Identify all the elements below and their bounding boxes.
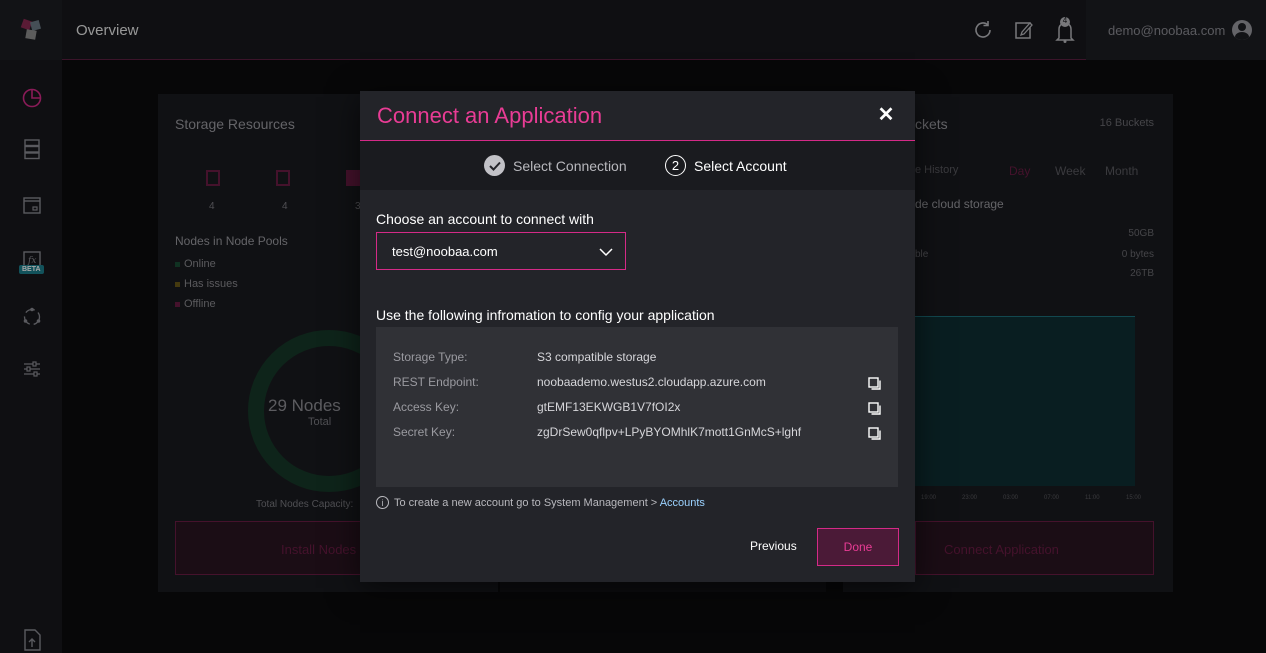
connect-application-modal: Connect an Application ✕ Select Connecti…: [360, 91, 915, 582]
user-menu[interactable]: demo@noobaa.com: [1086, 0, 1266, 60]
tab-month[interactable]: Month: [1105, 164, 1138, 178]
info-row-access-key: Access Key: gtEMF13EKWGB1V7fOI2x: [393, 400, 681, 414]
sidebar-item-settings-sliders-icon[interactable]: [21, 358, 43, 380]
previous-button[interactable]: Previous: [750, 539, 797, 553]
step-label: Select Account: [694, 157, 787, 174]
resource-count: 4: [282, 201, 288, 212]
top-bar: Overview 4 demo@noobaa.com: [0, 0, 1266, 60]
resource-count: 4: [209, 201, 215, 212]
info-row-secret-key: Secret Key: zgDrSew0qflpv+LPyBYOMhlK7mot…: [393, 425, 802, 439]
step-label: Select Connection: [513, 157, 627, 174]
legend-has-issues: Has issues: [175, 278, 238, 290]
accounts-link[interactable]: Accounts: [660, 497, 705, 509]
sidebar-item-overview-pie-icon[interactable]: [21, 87, 43, 109]
sidebar-item-cluster-icon[interactable]: [21, 306, 43, 328]
panel-title: Storage Resources: [175, 116, 295, 132]
top-actions: 4: [972, 16, 1076, 44]
copy-access-key-icon[interactable]: [868, 402, 881, 415]
config-info-label: Use the following infromation to config …: [376, 307, 715, 323]
donut-sub: Total: [308, 416, 332, 428]
row-label: ble: [915, 249, 929, 260]
step-select-account[interactable]: 2 Select Account: [665, 155, 787, 176]
capacity-label: Total Nodes Capacity:: [256, 499, 354, 510]
page-title: Overview: [76, 22, 139, 39]
sidebar-item-buckets-icon[interactable]: [21, 194, 43, 216]
step-select-connection[interactable]: Select Connection: [484, 155, 627, 176]
choose-account-label: Choose an account to connect with: [376, 211, 594, 227]
resource-type-icon: [276, 170, 290, 186]
checkmark-icon: [484, 155, 505, 176]
beta-badge: BETA: [19, 265, 44, 274]
value-row: 26TB: [1130, 268, 1154, 279]
logo-area[interactable]: [0, 0, 62, 60]
resource-type-icon: [346, 170, 360, 186]
x-tick: 23:00: [962, 495, 978, 501]
account-selected-value: test@noobaa.com: [392, 243, 498, 259]
new-account-hint: i To create a new account go to System M…: [376, 496, 705, 509]
tab-day[interactable]: Day: [1009, 164, 1030, 178]
x-tick: 19:00: [921, 495, 937, 501]
info-row-rest-endpoint: REST Endpoint: noobaademo.westus2.clouda…: [393, 375, 766, 389]
x-tick: 07:00: [1044, 495, 1060, 501]
account-select[interactable]: test@noobaa.com: [376, 232, 626, 270]
nodes-title: Nodes in Node Pools: [175, 234, 288, 248]
avatar-icon: [1232, 20, 1252, 40]
connect-application-button[interactable]: Connect Application: [915, 521, 1154, 575]
x-tick: 03:00: [1003, 495, 1019, 501]
x-tick: 15:00: [1126, 495, 1142, 501]
user-email: demo@noobaa.com: [1108, 22, 1226, 38]
modal-title: Connect an Application: [377, 103, 603, 128]
resource-type-icon: [206, 170, 220, 186]
close-button[interactable]: ✕: [877, 105, 895, 125]
chevron-down-icon: [599, 245, 613, 260]
donut-value: 29 Nodes: [268, 396, 341, 415]
hint-text: To create a new account go to System Man…: [394, 496, 705, 509]
sidebar-item-resources-server-icon[interactable]: [21, 138, 43, 160]
modal-header: Connect an Application ✕: [360, 91, 915, 141]
history-label: e History: [915, 164, 959, 176]
notification-count-badge: 4: [1062, 16, 1068, 25]
x-tick: 11:00: [1085, 495, 1100, 501]
cloud-label: de cloud storage: [915, 197, 1004, 211]
info-row-storage-type: Storage Type: S3 compatible storage: [393, 350, 657, 364]
bucket-count: 16 Buckets: [1099, 117, 1154, 129]
edit-icon[interactable]: [1014, 20, 1034, 40]
legend-offline: Offline: [175, 298, 216, 310]
panel-title: ckets: [915, 116, 948, 132]
copy-endpoint-icon[interactable]: [868, 377, 881, 390]
connection-info-box: Storage Type: S3 compatible storage REST…: [376, 327, 898, 487]
info-icon: i: [376, 496, 389, 509]
sidebar: fx BETA: [0, 60, 62, 653]
legend-online: Online: [175, 258, 216, 270]
noobaa-logo-icon: [20, 18, 42, 41]
refresh-icon[interactable]: [972, 19, 994, 41]
value-row: 0 bytes: [1121, 249, 1154, 260]
step-number: 2: [665, 155, 686, 176]
wizard-steps: Select Connection 2 Select Account: [360, 141, 915, 190]
usage-chart-area: [915, 316, 1135, 486]
done-button[interactable]: Done: [817, 528, 899, 566]
value-row: 50GB: [1128, 228, 1154, 239]
tab-week[interactable]: Week: [1055, 164, 1085, 178]
sidebar-item-upload-file-icon[interactable]: [21, 628, 43, 651]
notifications-bell-icon[interactable]: 4: [1054, 16, 1076, 44]
copy-secret-key-icon[interactable]: [868, 427, 881, 440]
